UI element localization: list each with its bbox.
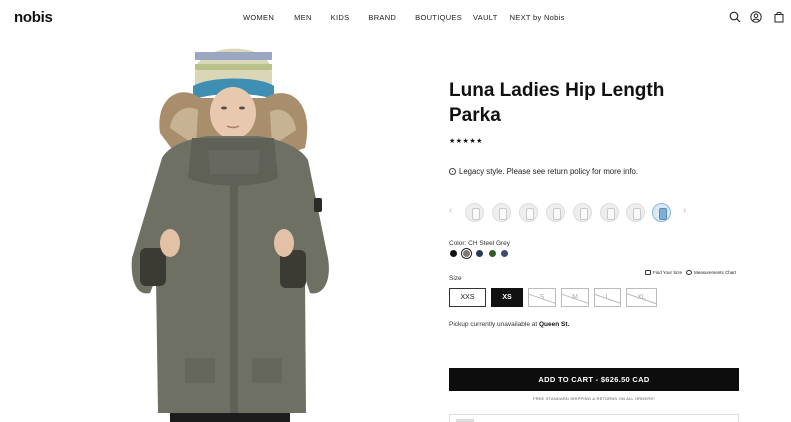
product-title: Luna Ladies Hip Length Parka bbox=[449, 80, 665, 126]
search-icon[interactable] bbox=[729, 11, 741, 23]
main-nav: WOMEN MEN KIDS BRAND BOUTIQUES VAULT NEX… bbox=[243, 13, 565, 22]
nav-kids[interactable]: KIDS bbox=[331, 13, 350, 22]
shipping-note: FREE STANDARD SHIPPING & RETURNS ON ALL … bbox=[532, 396, 656, 401]
feature-icon-2[interactable] bbox=[492, 203, 511, 222]
nav-women[interactable]: WOMEN bbox=[243, 13, 274, 22]
account-icon[interactable] bbox=[750, 11, 762, 23]
nav-men[interactable]: MEN bbox=[294, 13, 312, 22]
nav-next-by-nobis[interactable]: NEXT by Nobis bbox=[510, 13, 565, 22]
size-xxs-button[interactable]: XXS bbox=[449, 288, 486, 307]
size-m-button[interactable]: M bbox=[561, 288, 589, 307]
size-l-button[interactable]: L bbox=[594, 288, 621, 307]
feature-icon-6[interactable] bbox=[600, 203, 619, 222]
swatch-black[interactable] bbox=[450, 250, 457, 257]
carousel-next-icon[interactable]: › bbox=[683, 205, 686, 216]
swatch-navy[interactable] bbox=[476, 250, 483, 257]
measurements-chart-link[interactable]: Measurements Chart bbox=[686, 270, 736, 275]
find-your-size-text: Find Your Size bbox=[653, 270, 683, 275]
size-guides: Find Your Size Measurements Chart bbox=[645, 270, 736, 275]
payment-options-box[interactable] bbox=[449, 414, 739, 422]
feature-carousel: ‹ › bbox=[449, 203, 694, 223]
size-s-button[interactable]: S bbox=[528, 288, 556, 307]
pickup-status: Pickup currently unavailable at Queen St… bbox=[449, 321, 569, 328]
measurements-chart-text: Measurements Chart bbox=[694, 270, 737, 275]
feature-icon-8[interactable] bbox=[652, 203, 671, 222]
legacy-notice-text[interactable]: Legacy style. Please see return policy f… bbox=[459, 167, 638, 176]
feature-icon-3[interactable] bbox=[519, 203, 538, 222]
nav-brand[interactable]: BRAND bbox=[368, 13, 396, 22]
carousel-prev-icon[interactable]: ‹ bbox=[449, 205, 452, 216]
feature-icon-1[interactable] bbox=[465, 203, 484, 222]
pickup-store[interactable]: Queen St. bbox=[539, 321, 569, 328]
info-icon bbox=[449, 168, 456, 175]
nav-boutiques[interactable]: BOUTIQUES bbox=[415, 13, 462, 22]
size-xl-button[interactable]: XL bbox=[626, 288, 657, 307]
swatch-slate-blue[interactable] bbox=[501, 250, 508, 257]
feature-icon-7[interactable] bbox=[626, 203, 645, 222]
legacy-notice: Legacy style. Please see return policy f… bbox=[449, 167, 638, 176]
size-xs-button[interactable]: XS bbox=[491, 288, 523, 307]
site-header: nobis WOMEN MEN KIDS BRAND BOUTIQUES VAU… bbox=[0, 0, 791, 36]
size-label: Size bbox=[449, 275, 462, 282]
find-your-size-link[interactable]: Find Your Size bbox=[645, 270, 682, 275]
pickup-text: Pickup currently unavailable at bbox=[449, 321, 538, 328]
measure-icon bbox=[686, 270, 693, 275]
hanger-icon bbox=[645, 270, 651, 275]
swatch-green[interactable] bbox=[489, 250, 496, 257]
logo[interactable]: nobis bbox=[14, 9, 53, 26]
feature-icon-4[interactable] bbox=[546, 203, 565, 222]
feature-icon-5[interactable] bbox=[573, 203, 592, 222]
product-image[interactable] bbox=[100, 38, 345, 422]
swatch-ch-steel-grey[interactable] bbox=[463, 250, 470, 257]
color-label: Color: CH Steel Grey bbox=[449, 240, 511, 247]
rating-stars[interactable]: ★★★★★ bbox=[449, 137, 483, 145]
bag-icon[interactable] bbox=[773, 11, 785, 23]
nav-vault[interactable]: VAULT bbox=[473, 13, 498, 22]
add-to-cart-button[interactable]: ADD TO CART - $626.50 CAD bbox=[449, 368, 739, 391]
